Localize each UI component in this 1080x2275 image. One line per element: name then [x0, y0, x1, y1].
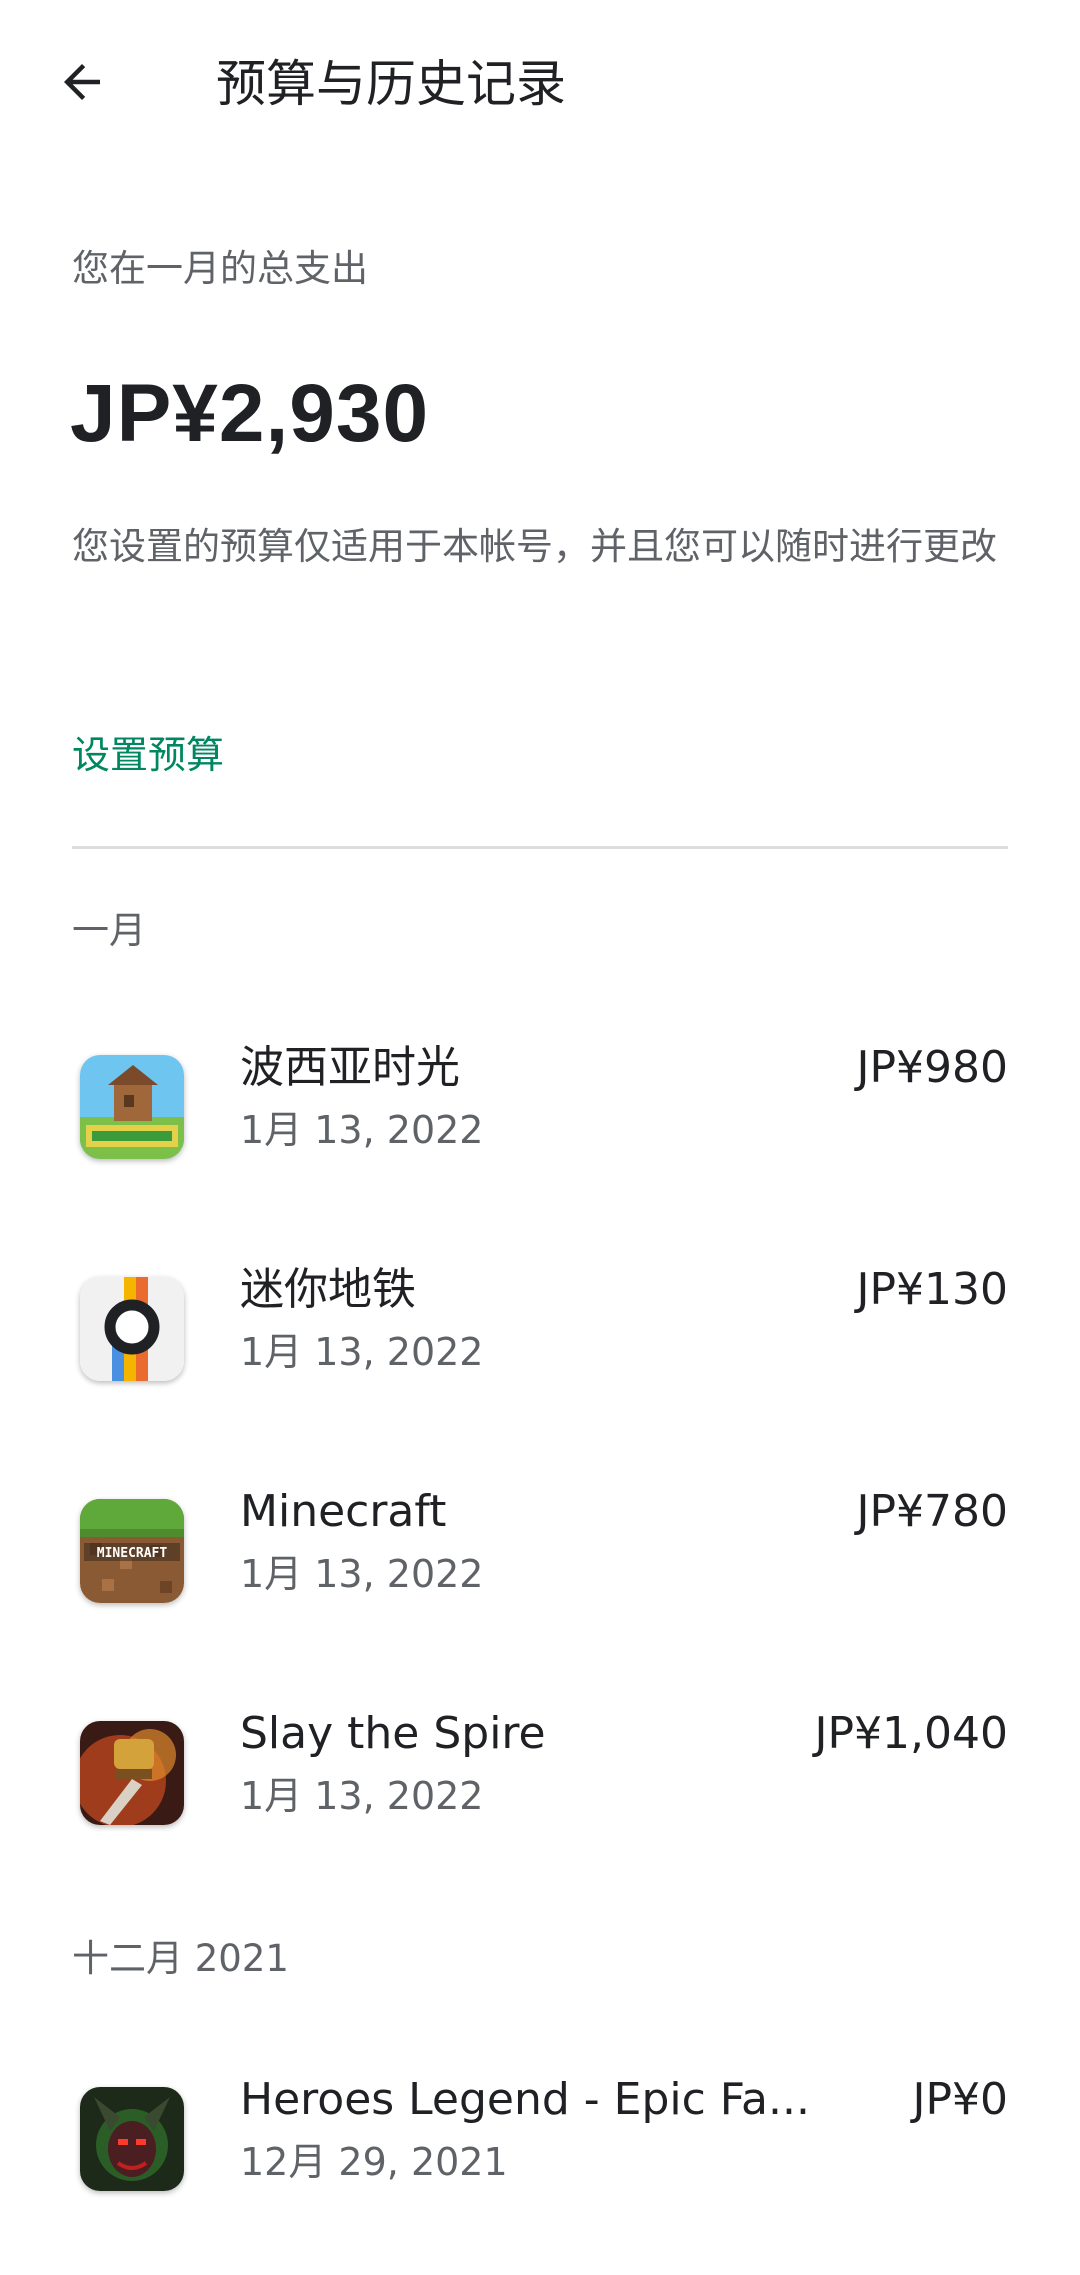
heroes-legend-icon [80, 2087, 184, 2191]
total-spend-amount: JP¥2,930 [70, 368, 430, 459]
app-name: Heroes Legend - Epic Fa... [240, 2074, 810, 2125]
budget-note: 您设置的预算仅适用于本帐号，并且您可以随时进行更改 [72, 525, 997, 568]
purchase-row[interactable]: 波西亚时光 1月 13, 2022 JP¥980 [0, 1030, 1080, 1220]
total-spend-label: 您在一月的总支出 [72, 247, 368, 290]
purchase-row[interactable]: Heroes Legend - Epic Fa... 12月 29, 2021 … [0, 2062, 1080, 2252]
purchase-row[interactable]: 迷你地铁 1月 13, 2022 JP¥130 [0, 1252, 1080, 1442]
purchase-date: 1月 13, 2022 [240, 1552, 484, 1596]
minecraft-icon: MINECRAFT [80, 1499, 184, 1603]
purchase-date: 1月 13, 2022 [240, 1330, 484, 1374]
purchase-row[interactable]: Slay the Spire 1月 13, 2022 JP¥1,040 [0, 1696, 1080, 1886]
app-name: Slay the Spire [240, 1708, 546, 1759]
slay-the-spire-icon [80, 1721, 184, 1825]
purchase-date: 12月 29, 2021 [240, 2140, 508, 2184]
purchase-price: JP¥130 [856, 1264, 1009, 1315]
mini-metro-icon [80, 1277, 184, 1381]
set-budget-button[interactable]: 设置预算 [72, 728, 224, 782]
arrow-back-icon [55, 55, 109, 114]
purchase-price: JP¥980 [856, 1042, 1009, 1093]
back-button[interactable] [42, 44, 122, 124]
purchase-price: JP¥1,040 [814, 1708, 1008, 1759]
page-title: 预算与历史记录 [216, 55, 566, 113]
app-name: Minecraft [240, 1486, 447, 1537]
svg-text:MINECRAFT: MINECRAFT [97, 1546, 168, 1561]
month-header: 一月 [72, 909, 146, 952]
purchase-date: 1月 13, 2022 [240, 1774, 484, 1818]
divider [72, 846, 1008, 849]
month-header: 十二月 2021 [72, 1937, 289, 1980]
purchase-row[interactable]: MINECRAFT Minecraft 1月 13, 2022 JP¥780 [0, 1474, 1080, 1664]
app-name: 迷你地铁 [240, 1264, 416, 1315]
app-name: 波西亚时光 [240, 1042, 460, 1093]
purchase-date: 1月 13, 2022 [240, 1108, 484, 1152]
purchase-price: JP¥0 [912, 2074, 1009, 2125]
purchase-price: JP¥780 [856, 1486, 1009, 1537]
my-time-at-portia-icon [80, 1055, 184, 1159]
top-app-bar: 预算与历史记录 [0, 0, 1080, 168]
